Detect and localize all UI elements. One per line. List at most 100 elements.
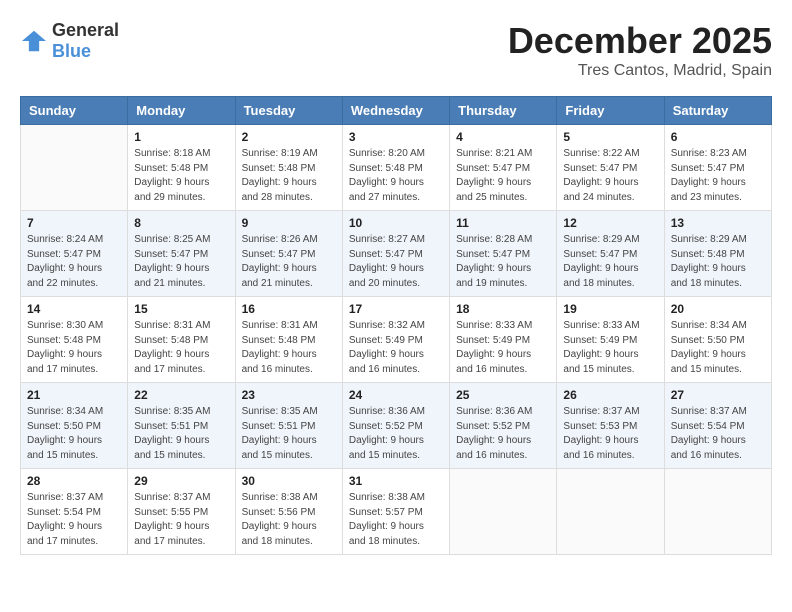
day-cell: 18Sunrise: 8:33 AMSunset: 5:49 PMDayligh…: [450, 297, 557, 383]
day-number: 10: [349, 216, 443, 230]
day-cell: 20 Sunrise: 8:34 AMSunset: 5:50 PMDayligh…: [664, 297, 771, 383]
day-cell: 30 Sunrise: 8:38 AMSunset: 5:56 PMDayligh…: [235, 469, 342, 555]
column-header-friday: Friday: [557, 97, 664, 125]
column-header-wednesday: Wednesday: [342, 97, 449, 125]
week-row-3: 14 Sunrise: 8:30 AMSunset: 5:48 PMDayligh…: [21, 297, 772, 383]
day-number: 1: [134, 130, 228, 144]
day-cell: 9Sunrise: 8:26 AMSunset: 5:47 PMDaylight…: [235, 211, 342, 297]
day-number: 24: [349, 388, 443, 402]
title-area: December 2025 Tres Cantos, Madrid, Spain: [508, 20, 772, 80]
day-cell: [450, 469, 557, 555]
day-cell: 25 Sunrise: 8:36 AMSunset: 5:52 PMDayligh…: [450, 383, 557, 469]
day-info: Sunrise: 8:21 AMSunset: 5:47 PMDaylight:…: [456, 147, 550, 205]
day-info: Sunrise: 8:37 AMSunset: 5:55 PMDaylight:…: [134, 491, 228, 549]
day-number: 7: [27, 216, 121, 230]
day-cell: 21Sunrise: 8:34 AMSunset: 5:50 PMDayligh…: [21, 383, 128, 469]
day-number: 26: [563, 388, 657, 402]
day-number: 23: [242, 388, 336, 402]
day-info: Sunrise: 8:23 AMSunset: 5:47 PMDaylight:…: [671, 147, 765, 205]
week-row-2: 7 Sunrise: 8:24 AMSunset: 5:47 PMDaylight…: [21, 211, 772, 297]
day-number: 3: [349, 130, 443, 144]
day-info: Sunrise: 8:37 AMSunset: 5:54 PMDaylight:…: [27, 491, 121, 549]
logo: General Blue: [20, 20, 119, 62]
day-info: Sunrise: 8:38 AMSunset: 5:56 PMDaylight:…: [242, 491, 336, 549]
day-cell: 17 Sunrise: 8:32 AMSunset: 5:49 PMDayligh…: [342, 297, 449, 383]
day-number: 4: [456, 130, 550, 144]
day-number: 19: [563, 302, 657, 316]
calendar: SundayMondayTuesdayWednesdayThursdayFrid…: [20, 96, 772, 555]
day-info: Sunrise: 8:18 AMSunset: 5:48 PMDaylight:…: [134, 147, 228, 205]
day-info: Sunrise: 8:20 AMSunset: 5:48 PMDaylight:…: [349, 147, 443, 205]
day-info: Sunrise: 8:34 AMSunset: 5:50 PMDaylight:…: [27, 405, 121, 463]
day-cell: 29Sunrise: 8:37 AMSunset: 5:55 PMDayligh…: [128, 469, 235, 555]
column-header-saturday: Saturday: [664, 97, 771, 125]
day-number: 6: [671, 130, 765, 144]
day-cell: 24 Sunrise: 8:36 AMSunset: 5:52 PMDayligh…: [342, 383, 449, 469]
day-cell: [664, 469, 771, 555]
day-number: 14: [27, 302, 121, 316]
logo-text-general: General: [52, 20, 119, 40]
day-number: 2: [242, 130, 336, 144]
day-info: Sunrise: 8:29 AMSunset: 5:48 PMDaylight:…: [671, 233, 765, 291]
column-header-monday: Monday: [128, 97, 235, 125]
day-info: Sunrise: 8:35 AMSunset: 5:51 PMDaylight:…: [134, 405, 228, 463]
day-number: 11: [456, 216, 550, 230]
day-number: 5: [563, 130, 657, 144]
logo-text-blue: Blue: [52, 41, 91, 61]
day-info: Sunrise: 8:29 AMSunset: 5:47 PMDaylight:…: [563, 233, 657, 291]
day-number: 17: [349, 302, 443, 316]
day-info: Sunrise: 8:30 AMSunset: 5:48 PMDaylight:…: [27, 319, 121, 377]
day-info: Sunrise: 8:35 AMSunset: 5:51 PMDaylight:…: [242, 405, 336, 463]
day-number: 8: [134, 216, 228, 230]
day-cell: 15 Sunrise: 8:31 AMSunset: 5:48 PMDayligh…: [128, 297, 235, 383]
day-cell: 4 Sunrise: 8:21 AMSunset: 5:47 PMDaylight…: [450, 125, 557, 211]
day-cell: [21, 125, 128, 211]
day-cell: 3 Sunrise: 8:20 AMSunset: 5:48 PMDaylight…: [342, 125, 449, 211]
header: General Blue December 2025 Tres Cantos, …: [20, 20, 772, 80]
column-header-thursday: Thursday: [450, 97, 557, 125]
day-info: Sunrise: 8:36 AMSunset: 5:52 PMDaylight:…: [349, 405, 443, 463]
day-cell: 23 Sunrise: 8:35 AMSunset: 5:51 PMDayligh…: [235, 383, 342, 469]
day-number: 16: [242, 302, 336, 316]
day-cell: 12 Sunrise: 8:29 AMSunset: 5:47 PMDayligh…: [557, 211, 664, 297]
day-info: Sunrise: 8:34 AMSunset: 5:50 PMDaylight:…: [671, 319, 765, 377]
day-info: Sunrise: 8:31 AMSunset: 5:48 PMDaylight:…: [242, 319, 336, 377]
header-row: SundayMondayTuesdayWednesdayThursdayFrid…: [21, 97, 772, 125]
day-cell: 7 Sunrise: 8:24 AMSunset: 5:47 PMDaylight…: [21, 211, 128, 297]
day-number: 13: [671, 216, 765, 230]
day-number: 20: [671, 302, 765, 316]
day-cell: 8Sunrise: 8:25 AMSunset: 5:47 PMDaylight…: [128, 211, 235, 297]
day-info: Sunrise: 8:33 AMSunset: 5:49 PMDaylight:…: [563, 319, 657, 377]
day-cell: 16 Sunrise: 8:31 AMSunset: 5:48 PMDayligh…: [235, 297, 342, 383]
day-number: 25: [456, 388, 550, 402]
day-cell: 27Sunrise: 8:37 AMSunset: 5:54 PMDayligh…: [664, 383, 771, 469]
week-row-1: 1 Sunrise: 8:18 AMSunset: 5:48 PMDaylight…: [21, 125, 772, 211]
day-cell: [557, 469, 664, 555]
day-info: Sunrise: 8:26 AMSunset: 5:47 PMDaylight:…: [242, 233, 336, 291]
day-cell: 26Sunrise: 8:37 AMSunset: 5:53 PMDayligh…: [557, 383, 664, 469]
day-info: Sunrise: 8:36 AMSunset: 5:52 PMDaylight:…: [456, 405, 550, 463]
day-number: 12: [563, 216, 657, 230]
day-info: Sunrise: 8:32 AMSunset: 5:49 PMDaylight:…: [349, 319, 443, 377]
day-number: 30: [242, 474, 336, 488]
day-cell: 31 Sunrise: 8:38 AMSunset: 5:57 PMDayligh…: [342, 469, 449, 555]
day-info: Sunrise: 8:27 AMSunset: 5:47 PMDaylight:…: [349, 233, 443, 291]
day-number: 22: [134, 388, 228, 402]
day-info: Sunrise: 8:22 AMSunset: 5:47 PMDaylight:…: [563, 147, 657, 205]
day-number: 28: [27, 474, 121, 488]
day-info: Sunrise: 8:24 AMSunset: 5:47 PMDaylight:…: [27, 233, 121, 291]
day-number: 18: [456, 302, 550, 316]
day-number: 15: [134, 302, 228, 316]
logo-icon: [20, 29, 48, 53]
day-cell: 1 Sunrise: 8:18 AMSunset: 5:48 PMDaylight…: [128, 125, 235, 211]
day-cell: 22 Sunrise: 8:35 AMSunset: 5:51 PMDayligh…: [128, 383, 235, 469]
week-row-5: 28 Sunrise: 8:37 AMSunset: 5:54 PMDayligh…: [21, 469, 772, 555]
day-number: 31: [349, 474, 443, 488]
location-title: Tres Cantos, Madrid, Spain: [508, 62, 772, 80]
day-cell: 28 Sunrise: 8:37 AMSunset: 5:54 PMDayligh…: [21, 469, 128, 555]
day-info: Sunrise: 8:38 AMSunset: 5:57 PMDaylight:…: [349, 491, 443, 549]
day-cell: 6 Sunrise: 8:23 AMSunset: 5:47 PMDaylight…: [664, 125, 771, 211]
day-info: Sunrise: 8:19 AMSunset: 5:48 PMDaylight:…: [242, 147, 336, 205]
day-info: Sunrise: 8:31 AMSunset: 5:48 PMDaylight:…: [134, 319, 228, 377]
day-cell: 14 Sunrise: 8:30 AMSunset: 5:48 PMDayligh…: [21, 297, 128, 383]
